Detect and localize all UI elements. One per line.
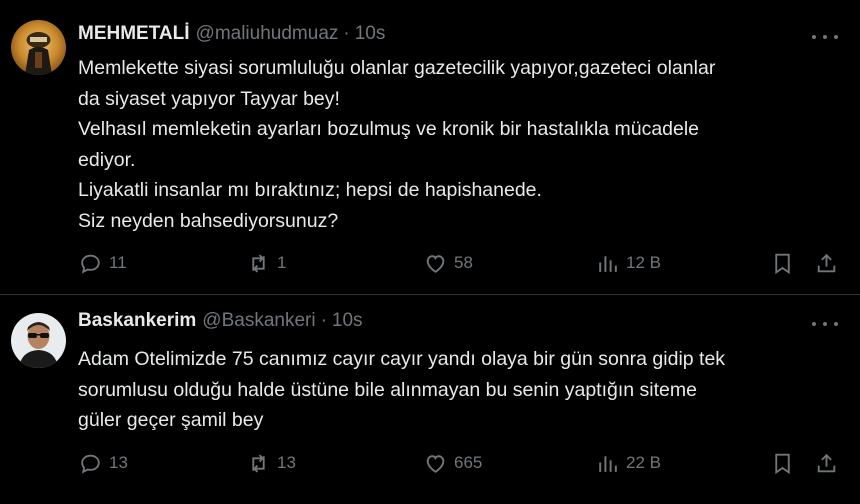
views-button[interactable]: 12 B [595,249,661,277]
repost-count: 1 [277,253,287,272]
timestamp[interactable]: 10s [355,23,386,45]
reply-button[interactable]: 13 [78,449,128,477]
more-options-icon[interactable] [812,314,838,334]
tweet-text-line: Velhasıl memleketin ayarları bozulmuş ve… [78,118,700,140]
action-bar: 13 13 665 22 B [78,449,838,477]
tweet-text-line: sorumlusu olduğu halde üstüne bile alınm… [78,378,697,401]
share-button[interactable] [814,449,839,477]
display-name[interactable]: MEHMETALİ [78,23,190,45]
user-handle[interactable]: @maliuhudmuaz [196,23,339,45]
tweet-text-line: Memlekette siyasi sorumluluğu olanlar ga… [78,57,716,79]
like-button[interactable]: 665 [423,449,482,477]
avatar[interactable] [11,313,66,368]
separator-dot: · [343,23,350,44]
heart-icon [426,454,445,473]
reply-icon [81,454,100,474]
tweet-text-line: Adam Otelimizde 75 canımız cayır cayır y… [78,348,726,370]
bookmark-icon [775,453,790,474]
bookmark-button[interactable] [770,249,795,277]
analytics-icon [599,255,617,272]
tweet-text-line: Liyakatli insanlar mı bıraktınız; hepsi … [78,179,542,201]
reply-button[interactable]: 11 [78,249,127,277]
avatar[interactable] [11,20,66,75]
heart-icon [426,254,445,273]
avatar-image-icon [11,20,66,75]
tweet-header: Baskankerim @Baskankeri · 10s [78,309,363,333]
tweet-text-line: güler geçer şamil bey [78,409,264,431]
share-icon [817,253,836,272]
avatar-image-icon [11,313,66,368]
reply-count: 13 [109,453,128,472]
share-button[interactable] [814,249,839,277]
more-options-icon[interactable] [812,27,838,47]
display-name[interactable]: Baskankerim [78,310,196,332]
timeline-feed: MEHMETALİ @maliuhudmuaz · 10s Memlekette… [0,0,860,504]
view-count: 12 B [626,253,661,272]
user-handle[interactable]: @Baskankeri [202,310,315,332]
bookmark-icon [775,253,790,274]
tweet-text: Memlekette siyasi sorumluluğu olanlar ga… [78,53,838,236]
like-count: 665 [454,453,483,472]
tweet[interactable]: MEHMETALİ @maliuhudmuaz · 10s Memlekette… [0,0,860,295]
tweet[interactable]: Baskankerim @Baskankeri · 10s Adam Oteli… [0,295,860,504]
tweet-text-line: da siyaset yapıyor Tayyar bey! [78,87,340,110]
bookmark-button[interactable] [770,449,795,477]
repost-icon [252,254,265,272]
tweet-text-line: Siz neyden bahsediyorsunuz? [78,209,339,232]
like-count: 58 [454,253,473,272]
views-button[interactable]: 22 B [595,449,661,477]
like-button[interactable]: 58 [423,249,473,277]
repost-button[interactable]: 13 [246,449,296,477]
analytics-icon [599,455,617,472]
share-icon [817,453,836,472]
repost-button[interactable]: 1 [246,249,286,277]
repost-icon [252,454,265,472]
tweet-header: MEHMETALİ @maliuhudmuaz · 10s [78,22,385,46]
tweet-text-line: ediyor. [78,148,136,171]
separator-dot: · [320,310,327,331]
reply-icon [81,254,100,274]
reply-count: 11 [109,253,127,272]
action-bar: 11 1 58 12 B [78,249,838,277]
repost-count: 13 [277,453,296,472]
tweet-text: Adam Otelimizde 75 canımız cayır cayır y… [78,344,838,436]
view-count: 22 B [626,453,661,472]
timestamp[interactable]: 10s [332,310,363,332]
